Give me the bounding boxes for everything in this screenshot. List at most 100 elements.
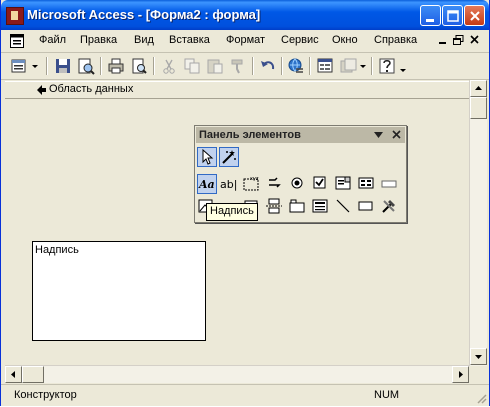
view-dropdown-icon[interactable]	[30, 57, 40, 75]
cut-icon[interactable]	[160, 57, 178, 75]
print-icon[interactable]	[107, 57, 125, 75]
page-break-tool-button[interactable]	[265, 197, 285, 217]
tab-control-tool-button[interactable]	[288, 197, 308, 217]
toggle-button-icon	[269, 177, 281, 188]
scroll-left-button[interactable]	[5, 366, 22, 383]
more-controls-tool-button[interactable]	[380, 197, 400, 217]
scroll-up-button[interactable]	[470, 80, 487, 97]
toggle-button-tool-button[interactable]	[265, 174, 285, 194]
scroll-down-button[interactable]	[470, 348, 487, 365]
control-wizards-button[interactable]	[219, 147, 239, 167]
combobox-icon	[335, 176, 351, 190]
menu-window[interactable]: Окно	[332, 34, 358, 46]
label-aa-icon: Aa	[198, 178, 215, 191]
option-button-tool-button[interactable]	[288, 174, 308, 194]
minimize-icon	[426, 19, 434, 22]
menu-file[interactable]: Файл	[39, 34, 66, 46]
save-icon[interactable]	[54, 57, 72, 75]
undo-icon[interactable]	[259, 57, 277, 75]
maximize-button[interactable]	[442, 5, 463, 26]
svg-text:xyz: xyz	[250, 176, 259, 182]
format-painter-icon[interactable]	[229, 57, 247, 75]
view-icon[interactable]	[10, 57, 28, 75]
window-title: Microsoft Access - [Форма2 : форма]	[27, 7, 261, 22]
menu-edit[interactable]: Правка	[80, 34, 117, 46]
section-arrow-icon	[37, 85, 46, 95]
line-icon	[336, 199, 350, 213]
magic-wand-icon	[222, 150, 236, 164]
status-bar: Конструктор NUM	[1, 384, 489, 406]
scroll-down-icon	[475, 355, 482, 359]
form-doc-icon[interactable]	[10, 34, 24, 48]
resize-grip-icon[interactable]	[475, 392, 487, 404]
paste-icon[interactable]	[206, 57, 224, 75]
rectangle-icon	[358, 201, 373, 211]
radio-icon	[291, 177, 303, 189]
detail-section-header[interactable]: Область данных	[5, 81, 470, 99]
label-control-text: Надпись	[35, 244, 79, 256]
subform-icon	[312, 199, 328, 213]
label-control[interactable]: Надпись	[32, 241, 206, 341]
line-tool-button[interactable]	[334, 197, 354, 217]
doc-restore-icon[interactable]	[453, 35, 464, 46]
label-tool-button[interactable]: Aa	[197, 174, 217, 194]
copy-icon[interactable]	[183, 57, 201, 75]
rectangle-tool-button[interactable]	[357, 197, 377, 217]
textbox-tool-button[interactable]: ab|	[219, 174, 239, 194]
menu-bar: Файл Правка Вид Вставка Формат Сервис Ок…	[1, 30, 489, 53]
option-group-icon: xyz	[243, 176, 259, 191]
tab-control-icon	[289, 199, 305, 213]
subform-tool-button[interactable]	[311, 197, 331, 217]
menu-format[interactable]: Формат	[226, 34, 265, 46]
form-design-toolbar	[1, 53, 489, 80]
toolbox-options-icon[interactable]	[374, 132, 383, 139]
menu-insert[interactable]: Вставка	[169, 34, 210, 46]
toolbox-title: Панель элементов	[199, 129, 301, 141]
status-mode: Конструктор	[14, 389, 77, 401]
help-icon[interactable]	[378, 57, 396, 75]
command-button-icon	[381, 180, 397, 188]
toolbox-title-bar[interactable]: Панель элементов	[196, 127, 405, 143]
horizontal-scroll-thumb[interactable]	[22, 366, 44, 383]
option-group-tool-button[interactable]: xyz	[242, 174, 262, 194]
doc-close-icon[interactable]	[470, 35, 480, 45]
horizontal-scrollbar[interactable]	[5, 365, 469, 383]
close-button[interactable]	[464, 5, 485, 26]
status-num: NUM	[374, 389, 400, 401]
maximize-icon	[447, 10, 459, 22]
svg-text:Aa: Aa	[198, 178, 215, 191]
select-objects-button[interactable]	[197, 147, 217, 167]
scroll-left-icon	[11, 371, 15, 378]
new-object-dropdown-icon[interactable]	[358, 57, 368, 75]
database-window-icon[interactable]	[339, 57, 357, 75]
scroll-up-icon	[475, 86, 482, 90]
vertical-scroll-thumb[interactable]	[470, 97, 487, 119]
toolbox-close-icon[interactable]	[392, 130, 402, 140]
scroll-right-icon	[459, 371, 463, 378]
checkbox-tool-button[interactable]	[311, 174, 331, 194]
scroll-right-button[interactable]	[452, 366, 469, 383]
help-dropdown-icon[interactable]	[398, 57, 408, 75]
listbox-tool-button[interactable]	[357, 174, 377, 194]
tooltip: Надпись	[206, 203, 258, 221]
title-bar[interactable]: Microsoft Access - [Форма2 : форма]	[1, 0, 489, 30]
minimize-button[interactable]	[420, 5, 441, 26]
hyperlink-icon[interactable]	[287, 57, 305, 75]
page-break-icon	[266, 198, 282, 214]
menu-tools[interactable]: Сервис	[281, 34, 319, 46]
print-preview-icon[interactable]	[130, 57, 148, 75]
menu-view[interactable]: Вид	[134, 34, 154, 46]
svg-text:ab|: ab|	[220, 178, 237, 191]
textbox-ab-icon: ab|	[220, 178, 237, 191]
close-icon	[470, 11, 480, 21]
vertical-scrollbar[interactable]	[469, 80, 487, 366]
combobox-tool-button[interactable]	[334, 174, 354, 194]
hammer-wrench-icon	[382, 200, 395, 213]
properties-icon[interactable]	[316, 57, 334, 75]
access-app-icon[interactable]	[6, 7, 24, 25]
doc-minimize-icon[interactable]	[438, 36, 448, 46]
file-search-icon[interactable]	[77, 57, 95, 75]
command-button-tool-button[interactable]	[380, 174, 400, 194]
menu-help[interactable]: Справка	[374, 34, 417, 46]
detail-section-label: Область данных	[49, 83, 134, 95]
